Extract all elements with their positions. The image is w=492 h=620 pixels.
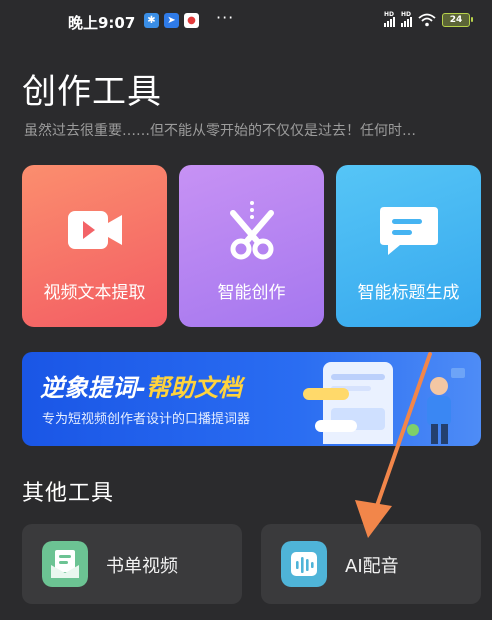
location-app-icon: ➤ [164, 13, 179, 28]
tool-card-label: 智能标题生成 [357, 283, 460, 303]
message-bubble-icon [379, 207, 438, 255]
video-play-icon [67, 211, 122, 249]
tool-card-video-text-extract[interactable]: 视频文本提取 [22, 165, 167, 327]
status-time: 晚上9:07 [68, 14, 136, 32]
other-tool-label: 书单视频 [106, 556, 178, 577]
other-tool-book-list-video[interactable]: 书单视频 [22, 524, 242, 604]
banner-subtitle: 专为短视频创作者设计的口播提词器 [42, 412, 251, 427]
record-app-icon: ● [184, 13, 199, 28]
snowflake-app-icon: ✱ [144, 13, 159, 28]
section-title-other-tools: 其他工具 [22, 481, 115, 506]
tool-card-smart-title[interactable]: 智能标题生成 [336, 165, 481, 327]
status-right: HD HD 24 [384, 11, 473, 27]
wifi-icon [418, 13, 436, 27]
battery-icon: 24 [442, 13, 473, 27]
audio-wave-icon [281, 541, 327, 587]
other-tool-label: AI配音 [345, 556, 399, 577]
other-tool-ai-dubbing[interactable]: AI配音 [261, 524, 481, 604]
tool-card-label: 智能创作 [217, 283, 286, 303]
page-subtitle: 虽然过去很重要……但不能从零开始的不仅仅是过去！任何时… [24, 123, 416, 139]
page-title: 创作工具 [22, 72, 162, 112]
banner-illustration [303, 362, 465, 444]
signal-1-icon: HD [384, 11, 395, 27]
book-mail-icon [42, 541, 88, 587]
status-app-icons: ✱ ➤ ● [144, 13, 199, 28]
more-notifications-icon: ··· [216, 8, 235, 27]
help-doc-banner[interactable]: 逆象提词-帮助文档 专为短视频创作者设计的口播提词器 [22, 352, 481, 446]
banner-title: 逆象提词-帮助文档 [40, 374, 242, 402]
status-bar: 晚上9:07 ✱ ➤ ● ··· HD HD 24 [0, 0, 492, 44]
tool-card-label: 视频文本提取 [43, 283, 146, 303]
scissors-icon [229, 201, 274, 260]
signal-2-icon: HD [401, 11, 412, 27]
tool-card-smart-create[interactable]: 智能创作 [179, 165, 324, 327]
